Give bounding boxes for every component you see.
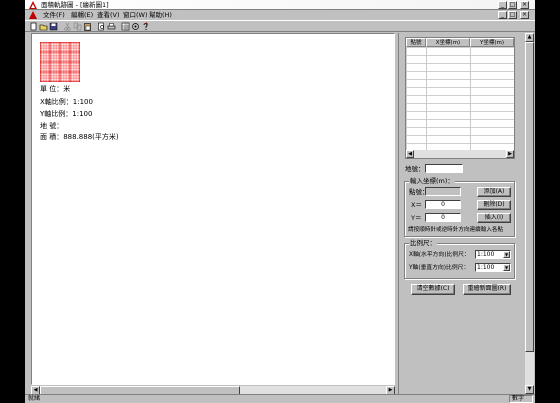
scroll-up-arrow-icon[interactable]: ▲ (525, 33, 534, 42)
clear-data-button[interactable]: 清空數據(C) (411, 284, 455, 295)
menu-bar: 文件(F) 編輯(E) 查看(V) 窗口(W) 幫助(H) _ □ × (25, 10, 535, 20)
status-bar: 就緒 數字 (25, 394, 535, 403)
print-preview-icon[interactable] (97, 22, 106, 31)
insert-button[interactable]: 插入(I) (477, 213, 511, 223)
doc-restore-button[interactable]: □ (508, 11, 517, 19)
open-icon[interactable] (39, 22, 48, 31)
x-scale-label: X軸(水平方向)比例尺： (409, 252, 470, 258)
status-text: 就緒 (28, 395, 41, 402)
x-coord-input[interactable]: 0 (425, 200, 461, 209)
menu-file[interactable]: 文件(F) (43, 11, 65, 19)
unit-info: 單 位：米 (40, 85, 71, 93)
doc-minimize-button[interactable]: _ (498, 11, 507, 19)
y-scale-select[interactable]: 1:100 ▼ (475, 263, 511, 272)
drawing-horizontal-scrollbar[interactable]: ◀ ▶ (31, 385, 395, 395)
copy-icon[interactable] (73, 22, 82, 31)
header-point-no[interactable]: 點號 (406, 38, 426, 47)
target-icon[interactable] (131, 22, 140, 31)
window-title: 面積軌跡圖 - [繪新圖1] (41, 1, 109, 9)
point-number-field (425, 187, 461, 196)
paste-icon[interactable] (83, 22, 92, 31)
y-scale-value: 1:100 (477, 264, 495, 271)
input-coordinates-title: 輸入坐標(m)： (409, 177, 455, 185)
scale-group-title: 比例尺： (409, 239, 437, 247)
doc-close-button[interactable]: × (520, 11, 529, 19)
scroll-down-arrow-icon[interactable]: ▼ (525, 385, 534, 394)
minimize-button[interactable]: _ (498, 1, 507, 9)
menu-view[interactable]: 查看(V) (97, 11, 120, 19)
maximize-button[interactable]: □ (508, 1, 517, 9)
x-scale-select[interactable]: 1:100 ▼ (475, 250, 511, 259)
chevron-down-icon[interactable]: ▼ (503, 264, 510, 271)
status-numlock: 數字 (509, 395, 533, 403)
y-coord-label: Y＝ (411, 214, 422, 222)
table-horizontal-scrollbar[interactable]: ◀ ▶ (406, 150, 514, 158)
header-x-coord[interactable]: X坐標(m) (426, 38, 470, 47)
vertical-scrollbar[interactable]: ▲ ▼ (525, 33, 534, 394)
table-scroll-right-icon[interactable]: ▶ (506, 150, 514, 158)
save-icon[interactable] (49, 22, 58, 31)
app-icon (29, 1, 37, 9)
close-button[interactable]: × (520, 1, 529, 9)
vertical-scroll-thumb[interactable] (525, 42, 534, 352)
table-body[interactable] (406, 47, 514, 151)
cut-icon[interactable] (63, 22, 72, 31)
area-grid-thumbnail (40, 42, 80, 82)
x-scale-info: X軸比例：1:100 (40, 98, 93, 106)
chevron-down-icon[interactable]: ▼ (503, 251, 510, 258)
redraw-button[interactable]: 重繪新面圖(R) (463, 284, 511, 295)
menu-help[interactable]: 幫助(H) (149, 11, 172, 19)
app-window: 面積軌跡圖 - [繪新圖1] _ □ × 文件(F) 編輯(E) 查看(V) 窗… (25, 0, 535, 403)
delete-button[interactable]: 刪除(D) (477, 200, 511, 210)
column-divider (426, 47, 427, 151)
title-bar: 面積軌跡圖 - [繪新圖1] _ □ × (25, 0, 535, 10)
area-info: 面 積：888.888(平方米) (40, 133, 119, 141)
header-y-coord[interactable]: Y坐標(m) (470, 38, 514, 47)
menu-window[interactable]: 窗口(W) (123, 11, 148, 19)
input-panel: 點號 X坐標(m) Y坐標(m) ◀ ▶ 地號： 輸入坐標(m)： 點號： 添加… (398, 33, 525, 394)
toolbar (25, 20, 535, 32)
coordinate-table[interactable]: 點號 X坐標(m) Y坐標(m) ◀ ▶ (405, 37, 515, 159)
grid-icon[interactable] (121, 22, 130, 31)
x-scale-value: 1:100 (477, 251, 495, 258)
plot-number-label: 地號： (405, 165, 425, 173)
x-coord-label: X＝ (411, 201, 422, 209)
table-header: 點號 X坐標(m) Y坐標(m) (406, 38, 514, 47)
plot-number-info: 地 號： (40, 122, 64, 130)
add-button[interactable]: 添加(A) (477, 187, 511, 197)
new-icon[interactable] (29, 22, 38, 31)
menu-edit[interactable]: 編輯(E) (71, 11, 93, 19)
plot-number-input[interactable] (425, 164, 463, 173)
y-scale-info: Y軸比例：1:100 (40, 110, 93, 118)
scale-group: 比例尺： (404, 239, 515, 279)
drawing-view[interactable]: 單 位：米 X軸比例：1:100 Y軸比例：1:100 地 號： 面 積：888… (31, 33, 395, 385)
y-coord-input[interactable]: 0 (425, 213, 461, 222)
column-divider (470, 47, 471, 151)
y-scale-label: Y軸(垂直方向)比例尺： (409, 265, 470, 271)
table-scroll-left-icon[interactable]: ◀ (406, 150, 414, 158)
input-hint: 請按順時針或逆時針方向連續輸入各點 (408, 227, 504, 233)
print-icon[interactable] (107, 22, 116, 31)
document-icon[interactable] (29, 11, 37, 19)
help-icon[interactable] (141, 22, 150, 31)
